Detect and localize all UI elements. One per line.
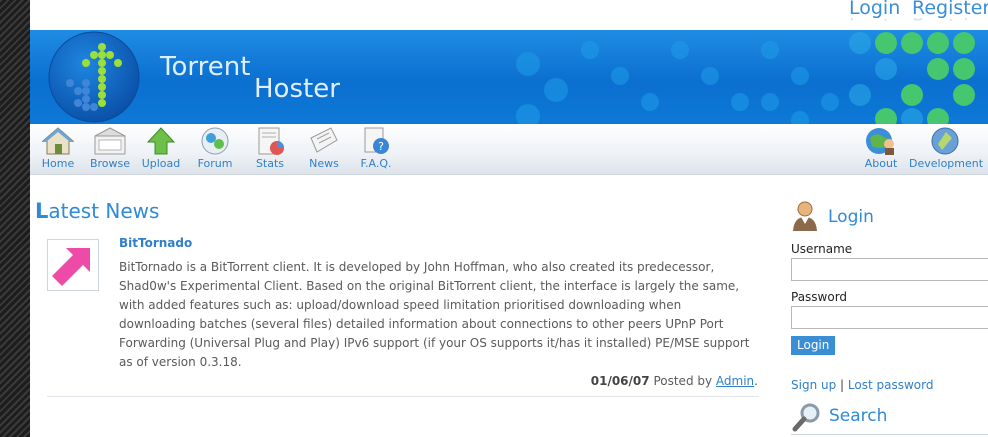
nav-label-stats: Stats: [255, 157, 285, 170]
nav-item-forum[interactable]: Forum: [187, 126, 243, 170]
login-heading: Login: [791, 200, 874, 237]
header-login-label: Login: [849, 0, 901, 19]
header-register-link[interactable]: Register Register: [912, 0, 988, 24]
header-register-label: Register: [912, 0, 988, 19]
browse-icon: [94, 127, 126, 155]
stats-icon: [258, 127, 284, 155]
sidebar: Login Username Password Login Sign up | …: [791, 175, 988, 437]
nav-label-browse: Browse: [89, 157, 131, 170]
login-heading-text: Login: [828, 207, 874, 227]
development-icon: [931, 127, 959, 155]
nav-label-development: Development: [909, 157, 984, 170]
home-icon: [41, 127, 75, 155]
news-author-link[interactable]: Admin: [716, 374, 754, 388]
nav-label-home: Home: [41, 157, 75, 170]
latest-news-heading: Latest News: [35, 199, 159, 223]
header-login-reflection: Login: [849, 18, 900, 24]
site-banner: Torrent Hoster: [30, 30, 988, 124]
page: Login Login Register Register: [30, 0, 988, 437]
nav-label-forum: Forum: [197, 157, 233, 170]
nav-label-about: About: [864, 157, 898, 170]
header-login-link[interactable]: Login Login: [849, 0, 900, 24]
upload-icon: [146, 127, 176, 155]
news-thumbnail: [47, 239, 99, 291]
nav-label-news: News: [309, 157, 339, 170]
signup-link[interactable]: Sign up: [791, 378, 836, 392]
username-input[interactable]: [791, 258, 988, 281]
search-heading: Search: [792, 402, 887, 437]
about-icon: [866, 128, 894, 155]
latest-news-heading-initial: L: [35, 199, 49, 223]
nav-label-faq: F.A.Q.: [360, 157, 392, 170]
lost-password-link[interactable]: Lost password: [848, 378, 934, 392]
magnifier-icon: [792, 403, 820, 432]
nav-item-news[interactable]: News: [296, 126, 352, 170]
main-nav: Home Browse Upload Forum Stats News ? F.…: [30, 124, 988, 175]
nav-item-development[interactable]: Development: [909, 126, 984, 170]
news-icon: [310, 127, 338, 153]
login-button[interactable]: Login: [791, 336, 836, 355]
top-bar: Login Login Register Register: [30, 0, 988, 30]
user-icon: [793, 201, 817, 231]
nav-item-stats[interactable]: Stats: [242, 126, 298, 170]
password-label: Password: [791, 290, 848, 304]
news-date: 01/06/07: [590, 374, 650, 388]
faq-icon: ?: [364, 127, 389, 154]
nav-item-browse[interactable]: Browse: [82, 126, 138, 170]
site-title-line1: Torrent: [160, 52, 251, 82]
search-heading-text: Search: [829, 406, 888, 426]
nav-item-faq[interactable]: ? F.A.Q.: [348, 126, 404, 170]
header-register-reflection: Register: [912, 18, 988, 24]
site-logo-icon: [48, 31, 140, 123]
news-meta: 01/06/07 Posted by Admin.: [470, 374, 758, 388]
news-body: BitTornado is a BitTorrent client. It is…: [119, 260, 750, 369]
content-area: Latest News BitTornado BitTornado is a B…: [30, 175, 988, 437]
account-links: Sign up | Lost password: [791, 378, 933, 392]
password-input[interactable]: [791, 306, 988, 329]
nav-label-upload: Upload: [141, 157, 181, 170]
svg-text:?: ?: [378, 140, 384, 153]
nav-item-home[interactable]: Home: [30, 126, 86, 170]
nav-item-upload[interactable]: Upload: [133, 126, 189, 170]
news-title-link[interactable]: BitTornado: [119, 236, 192, 250]
news-posted-by: Posted by: [653, 374, 713, 388]
latest-news-heading-rest: atest News: [48, 199, 160, 223]
search-underline: [791, 434, 988, 435]
link-separator: |: [840, 378, 845, 392]
nav-item-about[interactable]: About: [853, 126, 909, 170]
news-divider: [47, 396, 759, 397]
username-label: Username: [791, 242, 853, 256]
news-meta-period: .: [754, 374, 758, 388]
site-title-line2: Hoster: [254, 74, 340, 104]
forum-icon: [201, 127, 229, 155]
pink-arrow-icon: [52, 248, 90, 286]
